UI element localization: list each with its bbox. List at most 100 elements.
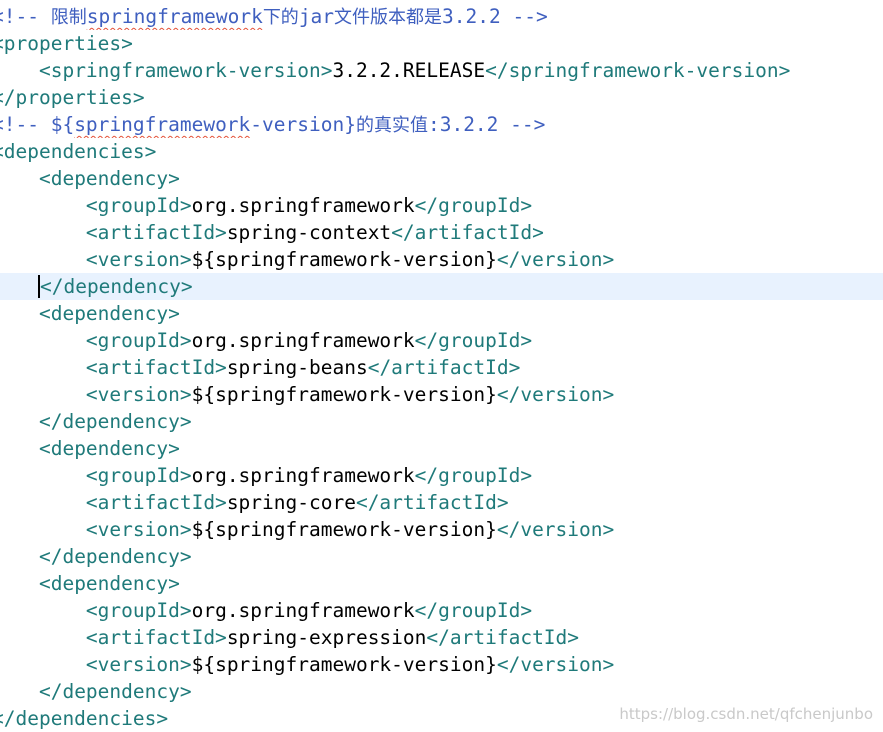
comment-token: 文件版本都是 — [334, 7, 443, 28]
xml-tag-token: <version> — [85, 248, 192, 271]
xml-tag-token: <dependency> — [38, 572, 180, 595]
xml-tag-token: <artifactId> — [85, 491, 227, 514]
text-token: ${springframework-version} — [191, 518, 497, 541]
code-line-content: <dependency> — [0, 437, 180, 460]
code-line[interactable]: <artifactId>spring-expression</artifactI… — [0, 624, 883, 651]
code-line[interactable]: <version>${springframework-version}</ver… — [0, 381, 883, 408]
comment-token: 的真实值 — [355, 115, 428, 136]
xml-tag-token: <artifactId> — [85, 221, 227, 244]
code-line[interactable]: </dependency> — [0, 678, 883, 705]
xml-tag-token: </dependency> — [38, 680, 192, 703]
code-line[interactable]: <artifactId>spring-context</artifactId> — [0, 219, 883, 246]
code-line-content: <!-- 限制springframework下的jar文件版本都是3.2.2 -… — [0, 5, 548, 28]
code-line[interactable]: <dependency> — [0, 300, 883, 327]
text-token: org.springframework — [191, 329, 415, 352]
comment-token: jar — [298, 5, 335, 28]
xml-tag-token: </properties> — [0, 86, 145, 109]
code-line[interactable]: <groupId>org.springframework</groupId> — [0, 597, 883, 624]
code-line[interactable]: <version>${springframework-version}</ver… — [0, 651, 883, 678]
code-line[interactable]: <dependency> — [0, 570, 883, 597]
xml-tag-token: </version> — [496, 518, 615, 541]
code-line-content: <version>${springframework-version}</ver… — [0, 653, 614, 676]
comment-token: 下的 — [262, 7, 299, 28]
code-line-content: </dependency> — [0, 275, 193, 298]
code-line[interactable]: <dependency> — [0, 435, 883, 462]
text-token: spring-expression — [226, 626, 427, 649]
xml-tag-token: <dependency> — [38, 167, 180, 190]
code-line-content: <version>${springframework-version}</ver… — [0, 518, 614, 541]
comment-token: 限制 — [50, 7, 87, 28]
code-line-content: <dependency> — [0, 167, 180, 190]
xml-tag-token: </version> — [496, 248, 615, 271]
comment-token: springframework — [74, 113, 251, 136]
code-line[interactable]: <version>${springframework-version}</ver… — [0, 516, 883, 543]
xml-tag-token: <springframework-version> — [38, 59, 333, 82]
code-line[interactable]: <dependency> — [0, 165, 883, 192]
code-editor[interactable]: <!-- 限制springframework下的jar文件版本都是3.2.2 -… — [0, 0, 883, 731]
code-line-content: <groupId>org.springframework</groupId> — [0, 194, 532, 217]
text-token: 3.2.2.RELEASE — [332, 59, 486, 82]
text-token: ${springframework-version} — [191, 248, 497, 271]
xml-tag-token: </groupId> — [414, 599, 533, 622]
code-line-content: <groupId>org.springframework</groupId> — [0, 599, 532, 622]
code-line-content: <groupId>org.springframework</groupId> — [0, 329, 532, 352]
code-line[interactable]: <groupId>org.springframework</groupId> — [0, 462, 883, 489]
code-line-content: <!-- ${springframework-version}的真实值:3.2.… — [0, 113, 545, 136]
xml-tag-token: </version> — [496, 383, 615, 406]
comment-token: :3.2.2 --> — [427, 113, 546, 136]
xml-tag-token: <properties> — [0, 32, 133, 55]
code-line[interactable]: <!-- 限制springframework下的jar文件版本都是3.2.2 -… — [0, 3, 883, 30]
xml-tag-token: </dependency> — [38, 410, 192, 433]
text-token: ${springframework-version} — [191, 383, 497, 406]
xml-tag-token: </groupId> — [414, 464, 533, 487]
code-line[interactable]: <!-- ${springframework-version}的真实值:3.2.… — [0, 111, 883, 138]
xml-tag-token: <dependency> — [38, 437, 180, 460]
xml-tag-token: <version> — [85, 518, 192, 541]
code-line[interactable]: </dependency> — [0, 543, 883, 570]
code-line-content: <properties> — [0, 32, 133, 55]
code-line[interactable]: <groupId>org.springframework</groupId> — [0, 192, 883, 219]
code-line[interactable]: <artifactId>spring-core</artifactId> — [0, 489, 883, 516]
xml-tag-token: </artifactId> — [391, 221, 544, 244]
code-line[interactable]: <properties> — [0, 30, 883, 57]
code-line[interactable]: <groupId>org.springframework</groupId> — [0, 327, 883, 354]
code-line-content: <version>${springframework-version}</ver… — [0, 383, 614, 406]
code-line[interactable]: <dependencies> — [0, 138, 883, 165]
xml-tag-token: </groupId> — [414, 194, 533, 217]
comment-token: springframework — [86, 5, 263, 28]
xml-tag-token: </artifactId> — [367, 356, 521, 379]
text-token: ${springframework-version} — [191, 653, 497, 676]
xml-tag-token: <version> — [85, 383, 192, 406]
code-line-content: <version>${springframework-version}</ver… — [0, 248, 614, 271]
code-line-content: </dependency> — [0, 545, 192, 568]
code-line[interactable]: <springframework-version>3.2.2.RELEASE</… — [0, 57, 883, 84]
code-line-content: <springframework-version>3.2.2.RELEASE</… — [0, 59, 790, 82]
code-line[interactable]: </properties> — [0, 84, 883, 111]
code-line-content: <dependency> — [0, 302, 180, 325]
xml-tag-token: </springframework-version> — [485, 59, 791, 82]
code-line[interactable]: <artifactId>spring-beans</artifactId> — [0, 354, 883, 381]
watermark-text: https://blog.csdn.net/qfchenjunbo — [619, 705, 873, 723]
code-line-current[interactable]: </dependency> — [0, 273, 883, 300]
code-line-content: <artifactId>spring-core</artifactId> — [0, 491, 509, 514]
code-line[interactable]: <version>${springframework-version}</ver… — [0, 246, 883, 273]
xml-tag-token: <groupId> — [85, 194, 192, 217]
code-line[interactable]: </dependency> — [0, 408, 883, 435]
code-line-content: <artifactId>spring-beans</artifactId> — [0, 356, 520, 379]
xml-tag-token: <artifactId> — [85, 356, 227, 379]
xml-tag-token: </version> — [496, 653, 615, 676]
